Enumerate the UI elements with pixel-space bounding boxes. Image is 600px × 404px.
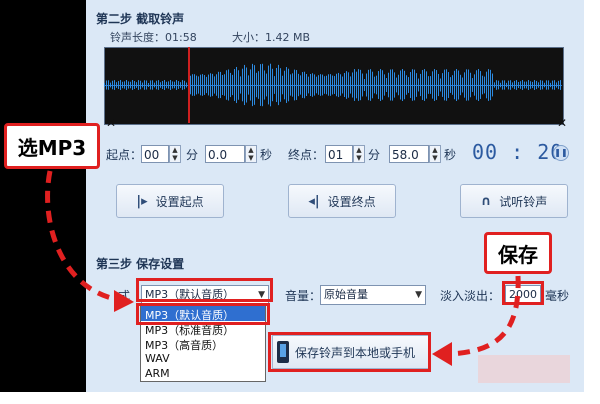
- save-arrow: [447, 275, 521, 357]
- save-arrow-head: [432, 342, 452, 366]
- annotation-arrows: [45, 170, 521, 366]
- select-arrow: [45, 170, 121, 303]
- bottom-margin: [0, 392, 600, 404]
- watermark-patch: [478, 355, 570, 383]
- select-arrow-head: [114, 290, 134, 312]
